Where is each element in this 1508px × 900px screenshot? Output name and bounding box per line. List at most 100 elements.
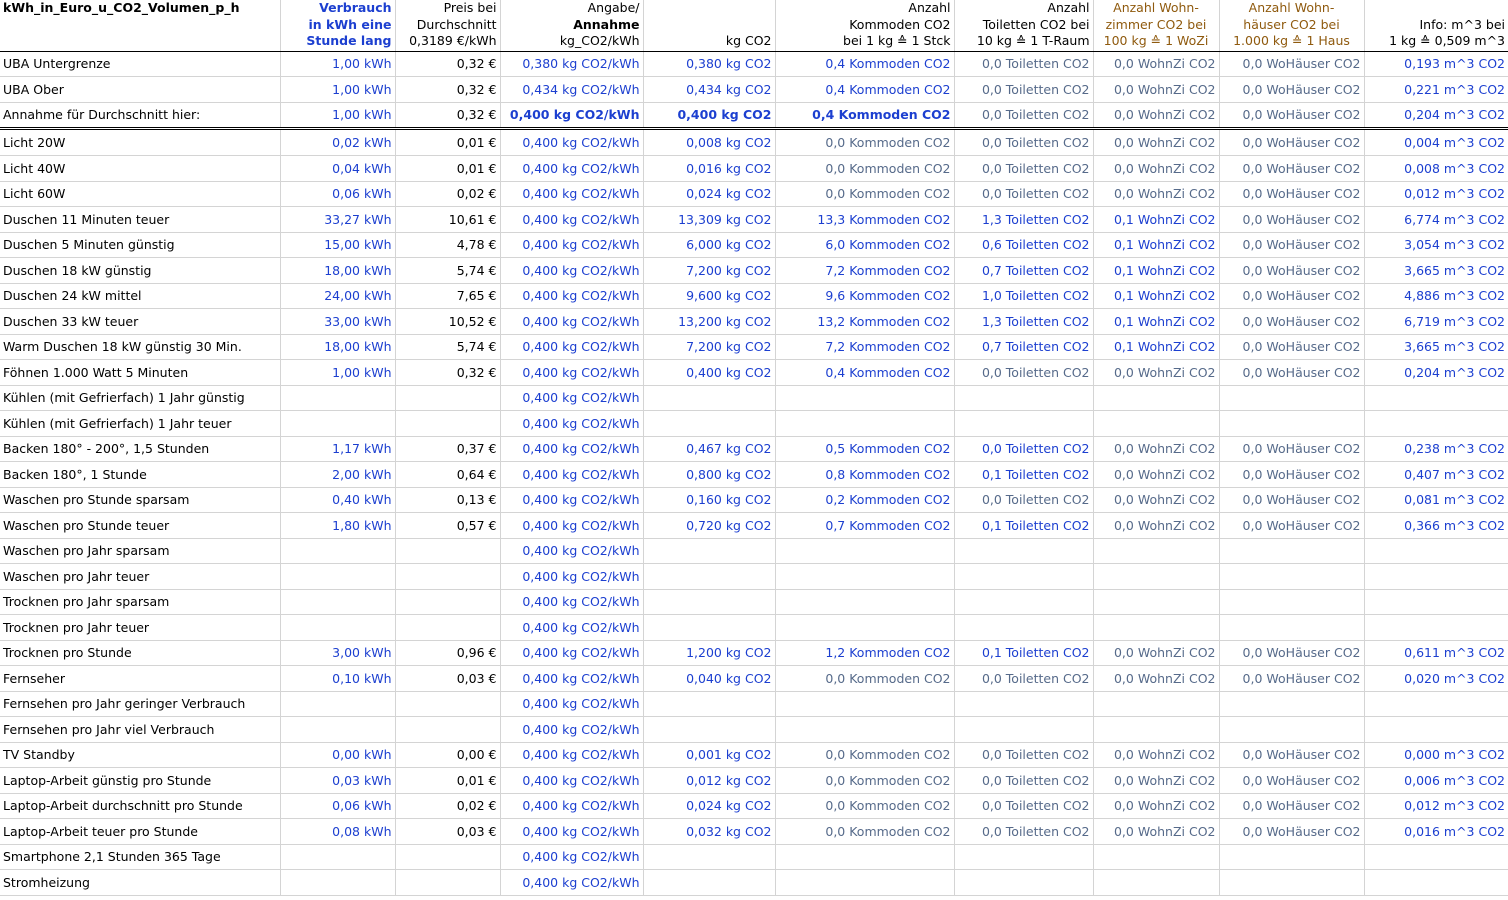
cell-m3[interactable]: 0,366 m^3 CO2 [1364, 512, 1508, 539]
cell-kommoden[interactable]: 0,4 Kommoden CO2 [775, 76, 955, 103]
cell-preis[interactable]: 0,57 € [395, 512, 501, 539]
cell-toiletten[interactable]: 0,0 Toiletten CO2 [954, 155, 1094, 182]
cell-kg-co2[interactable]: 0,400 kg CO2 [643, 102, 776, 130]
cell-toiletten[interactable]: 0,0 Toiletten CO2 [954, 359, 1094, 386]
cell-wohnzimmer[interactable]: 0,0 WohnZi CO2 [1093, 76, 1220, 103]
cell-kg-co2[interactable]: 0,012 kg CO2 [643, 767, 776, 794]
cell-wohnhaeuser[interactable] [1219, 410, 1365, 437]
cell-label[interactable]: Backen 180° - 200°, 1,5 Stunden [0, 436, 281, 462]
cell-toiletten[interactable]: 0,0 Toiletten CO2 [954, 51, 1094, 77]
cell-kwh[interactable]: 18,00 kWh [280, 257, 396, 284]
cell-kwh[interactable]: 0,00 kWh [280, 742, 396, 768]
cell-kg-co2[interactable]: 6,000 kg CO2 [643, 232, 776, 258]
cell-kwh[interactable]: 2,00 kWh [280, 461, 396, 488]
cell-toiletten[interactable] [954, 844, 1094, 870]
cell-toiletten[interactable] [954, 589, 1094, 615]
cell-angabe[interactable]: 0,400 kg CO2/kWh [500, 155, 644, 182]
cell-m3[interactable]: 0,004 m^3 CO2 [1364, 128, 1508, 156]
cell-wohnzimmer[interactable]: 0,1 WohnZi CO2 [1093, 334, 1220, 360]
cell-preis[interactable] [395, 844, 501, 870]
cell-wohnhaeuser[interactable]: 0,0 WoHäuser CO2 [1219, 767, 1365, 794]
cell-kommoden[interactable] [775, 869, 955, 896]
cell-preis[interactable]: 0,64 € [395, 461, 501, 488]
cell-m3[interactable]: 6,719 m^3 CO2 [1364, 308, 1508, 335]
cell-kommoden[interactable]: 0,7 Kommoden CO2 [775, 512, 955, 539]
cell-angabe[interactable]: 0,400 kg CO2/kWh [500, 206, 644, 233]
cell-kg-co2[interactable] [643, 563, 776, 590]
cell-preis[interactable]: 4,78 € [395, 232, 501, 258]
cell-label[interactable]: Duschen 5 Minuten günstig [0, 232, 281, 258]
cell-wohnzimmer[interactable]: 0,0 WohnZi CO2 [1093, 461, 1220, 488]
cell-kommoden[interactable] [775, 563, 955, 590]
cell-kommoden[interactable]: 0,5 Kommoden CO2 [775, 436, 955, 462]
header-kgco2[interactable]: kg CO2 [643, 0, 776, 52]
cell-m3[interactable]: 0,008 m^3 CO2 [1364, 155, 1508, 182]
cell-toiletten[interactable]: 0,0 Toiletten CO2 [954, 742, 1094, 768]
cell-kwh[interactable]: 0,40 kWh [280, 487, 396, 513]
cell-kg-co2[interactable] [643, 691, 776, 717]
cell-angabe[interactable]: 0,400 kg CO2/kWh [500, 869, 644, 896]
cell-kwh[interactable]: 33,00 kWh [280, 308, 396, 335]
cell-toiletten[interactable]: 0,0 Toiletten CO2 [954, 665, 1094, 692]
cell-label[interactable]: Föhnen 1.000 Watt 5 Minuten [0, 359, 281, 386]
cell-kg-co2[interactable]: 13,200 kg CO2 [643, 308, 776, 335]
cell-wohnzimmer[interactable]: 0,0 WohnZi CO2 [1093, 436, 1220, 462]
cell-preis[interactable]: 0,13 € [395, 487, 501, 513]
cell-wohnzimmer[interactable]: 0,1 WohnZi CO2 [1093, 232, 1220, 258]
cell-label[interactable]: Stromheizung [0, 869, 281, 896]
header-wohnhaeuser[interactable]: Anzahl Wohn- häuser CO2 bei 1.000 kg ≙ 1… [1219, 0, 1365, 52]
cell-wohnhaeuser[interactable]: 0,0 WoHäuser CO2 [1219, 793, 1365, 819]
cell-label[interactable]: Kühlen (mit Gefrierfach) 1 Jahr günstig [0, 385, 281, 411]
cell-wohnzimmer[interactable]: 0,0 WohnZi CO2 [1093, 102, 1220, 130]
cell-wohnhaeuser[interactable]: 0,0 WoHäuser CO2 [1219, 308, 1365, 335]
cell-preis[interactable] [395, 385, 501, 411]
cell-wohnhaeuser[interactable]: 0,0 WoHäuser CO2 [1219, 206, 1365, 233]
cell-m3[interactable]: 0,221 m^3 CO2 [1364, 76, 1508, 103]
cell-kg-co2[interactable]: 0,008 kg CO2 [643, 128, 776, 156]
header-angabe[interactable]: Angabe/ Annahme kg_CO2/kWh [500, 0, 644, 52]
cell-toiletten[interactable]: 0,0 Toiletten CO2 [954, 76, 1094, 103]
cell-m3[interactable]: 0,204 m^3 CO2 [1364, 359, 1508, 386]
cell-label[interactable]: Backen 180°, 1 Stunde [0, 461, 281, 488]
cell-label[interactable]: Fernsehen pro Jahr viel Verbrauch [0, 716, 281, 743]
cell-toiletten[interactable]: 0,0 Toiletten CO2 [954, 793, 1094, 819]
cell-kg-co2[interactable]: 9,600 kg CO2 [643, 283, 776, 309]
header-info[interactable]: Info: m^3 bei 1 kg ≙ 0,509 m^3 [1364, 0, 1508, 52]
cell-wohnhaeuser[interactable]: 0,0 WoHäuser CO2 [1219, 359, 1365, 386]
cell-label[interactable]: UBA Untergrenze [0, 51, 281, 77]
cell-wohnhaeuser[interactable]: 0,0 WoHäuser CO2 [1219, 155, 1365, 182]
cell-wohnzimmer[interactable]: 0,0 WohnZi CO2 [1093, 128, 1220, 156]
cell-wohnhaeuser[interactable] [1219, 716, 1365, 743]
cell-kg-co2[interactable]: 0,001 kg CO2 [643, 742, 776, 768]
cell-angabe[interactable]: 0,400 kg CO2/kWh [500, 283, 644, 309]
cell-label[interactable]: Annahme für Durchschnitt hier: [0, 102, 281, 130]
cell-wohnhaeuser[interactable]: 0,0 WoHäuser CO2 [1219, 334, 1365, 360]
cell-m3[interactable] [1364, 589, 1508, 615]
cell-kwh[interactable]: 0,10 kWh [280, 665, 396, 692]
cell-toiletten[interactable]: 0,0 Toiletten CO2 [954, 767, 1094, 794]
cell-label[interactable]: Waschen pro Stunde teuer [0, 512, 281, 539]
cell-toiletten[interactable]: 0,0 Toiletten CO2 [954, 128, 1094, 156]
cell-angabe[interactable]: 0,400 kg CO2/kWh [500, 461, 644, 488]
cell-kwh[interactable] [280, 410, 396, 437]
cell-label[interactable]: Waschen pro Jahr sparsam [0, 538, 281, 564]
cell-m3[interactable]: 4,886 m^3 CO2 [1364, 283, 1508, 309]
cell-wohnhaeuser[interactable]: 0,0 WoHäuser CO2 [1219, 181, 1365, 207]
cell-kommoden[interactable] [775, 844, 955, 870]
cell-preis[interactable] [395, 410, 501, 437]
cell-angabe[interactable]: 0,400 kg CO2/kWh [500, 793, 644, 819]
cell-preis[interactable]: 10,52 € [395, 308, 501, 335]
cell-wohnhaeuser[interactable]: 0,0 WoHäuser CO2 [1219, 665, 1365, 692]
cell-m3[interactable]: 6,774 m^3 CO2 [1364, 206, 1508, 233]
cell-m3[interactable] [1364, 563, 1508, 590]
header-verbrauch[interactable]: Verbrauch in kWh eine Stunde lang [280, 0, 396, 52]
cell-kg-co2[interactable] [643, 869, 776, 896]
cell-label[interactable]: Smartphone 2,1 Stunden 365 Tage [0, 844, 281, 870]
cell-kwh[interactable]: 3,00 kWh [280, 640, 396, 666]
cell-angabe[interactable]: 0,400 kg CO2/kWh [500, 410, 644, 437]
cell-kwh[interactable]: 0,06 kWh [280, 793, 396, 819]
cell-toiletten[interactable]: 1,3 Toiletten CO2 [954, 206, 1094, 233]
cell-kwh[interactable] [280, 716, 396, 743]
cell-label[interactable]: Laptop-Arbeit teuer pro Stunde [0, 818, 281, 845]
cell-kommoden[interactable]: 13,3 Kommoden CO2 [775, 206, 955, 233]
